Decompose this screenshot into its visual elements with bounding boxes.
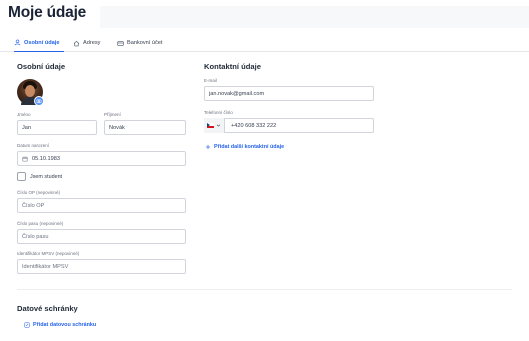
passport-field[interactable]: Číslo pasu [17, 229, 186, 244]
plus-icon [205, 144, 211, 150]
first-name-value: Jan [22, 124, 32, 131]
email-value: jan.novak@gmail.com [209, 90, 265, 97]
personal-section-title: Osobní údaje [17, 62, 66, 71]
mpsv-field[interactable]: Identifikátor MPSV [17, 259, 186, 274]
phone-value: +420 608 332 222 [231, 122, 277, 129]
avatar-edit-button[interactable] [34, 96, 44, 106]
data-boxes-title: Datové schránky [17, 304, 78, 313]
add-contact-label: Přidat další kontaktní údaje [214, 144, 285, 150]
user-icon [14, 39, 21, 46]
last-name-field[interactable]: Novák [104, 120, 186, 135]
header-background [100, 6, 529, 28]
camera-icon [36, 99, 42, 104]
page-header: Moje údaje [0, 0, 529, 30]
birth-date-value: 05.10.1983 [32, 155, 60, 162]
tab-bar: Osobní údaje Adresy Bankovní účet [0, 34, 529, 52]
birth-date-label: Datum narození [17, 143, 50, 148]
id-card-field[interactable]: Číslo OP [17, 198, 186, 213]
first-name-field[interactable]: Jan [17, 120, 97, 135]
mpsv-label: Identifikátor MPSV (nepovinné) [17, 251, 80, 256]
last-name-value: Novák [109, 124, 125, 131]
country-code-select[interactable] [204, 118, 225, 133]
phone-label: Telefonní číslo [204, 110, 233, 115]
birth-date-field[interactable]: 05.10.1983 [17, 151, 186, 166]
phone-field[interactable]: +420 608 332 222 [204, 118, 374, 133]
email-field[interactable]: jan.novak@gmail.com [204, 86, 374, 101]
tab-personal-label: Osobní údaje [24, 39, 60, 46]
add-contact-link[interactable]: Přidat další kontaktní údaje [205, 144, 284, 150]
passport-placeholder: Číslo pasu [22, 233, 49, 240]
contact-section-title: Kontaktní údaje [204, 62, 261, 71]
passport-label: Číslo pasu (nepovinné) [17, 221, 64, 226]
calendar-icon [22, 156, 28, 161]
id-card-placeholder: Číslo OP [22, 202, 45, 209]
tab-personal[interactable]: Osobní údaje [14, 34, 64, 52]
czech-flag-icon [207, 123, 214, 128]
home-icon [73, 40, 80, 46]
tab-addresses-label: Adresy [83, 40, 101, 46]
email-label: E-mail [204, 78, 217, 83]
tab-bank-account-label: Bankovní účet [127, 40, 163, 46]
tab-addresses[interactable]: Adresy [73, 34, 109, 52]
add-box-icon [24, 322, 30, 328]
chevron-down-icon [216, 124, 221, 127]
student-checkbox[interactable] [17, 172, 26, 181]
id-card-label: Číslo OP (nepovinné) [17, 190, 60, 195]
card-icon [117, 40, 124, 46]
section-divider [17, 289, 512, 290]
page-title: Moje údaje [8, 4, 87, 21]
tab-bank-account[interactable]: Bankovní účet [117, 34, 169, 52]
last-name-label: Příjmení [104, 112, 121, 117]
student-checkbox-label: Jsem student [30, 173, 63, 180]
add-data-box-link[interactable]: Přidat datovou schránku [24, 322, 96, 328]
first-name-label: Jméno [17, 112, 31, 117]
mpsv-placeholder: Identifikátor MPSV [22, 263, 69, 270]
add-data-box-label: Přidat datovou schránku [33, 322, 97, 328]
